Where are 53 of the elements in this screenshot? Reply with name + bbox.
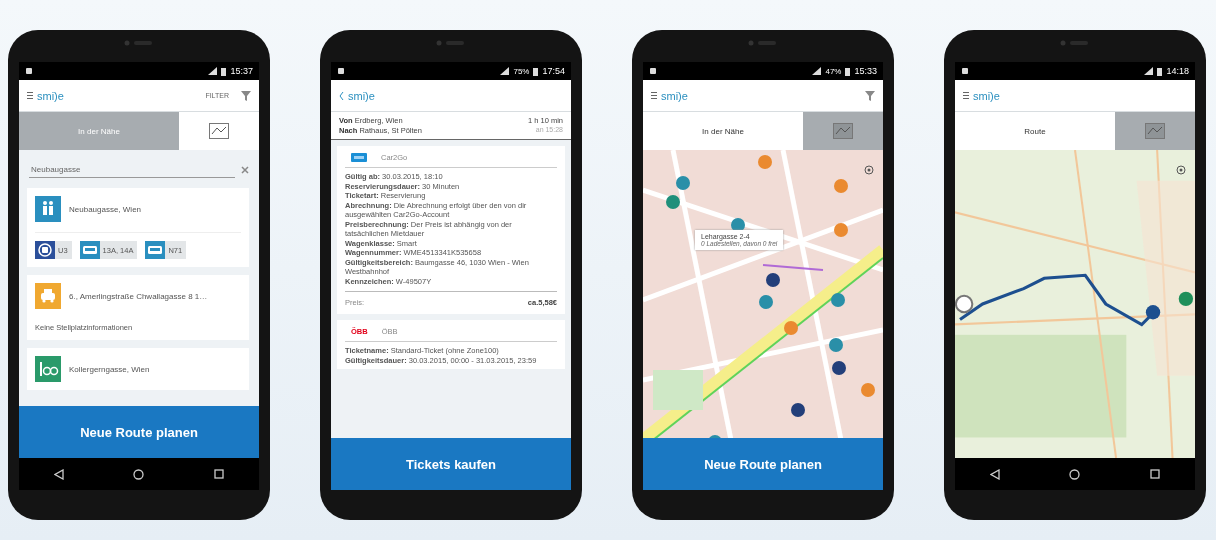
speaker-grille-icon: [124, 38, 154, 48]
search-field[interactable]: Neubaugasse: [29, 162, 235, 178]
signal-icon: [812, 67, 822, 75]
notification-icon: [25, 67, 33, 75]
map-icon: [833, 123, 853, 139]
menu-icon[interactable]: [651, 92, 657, 99]
app-logo: smi)e: [973, 89, 1000, 102]
place-title: Kollergerngasse, Wien: [69, 364, 150, 374]
notification-icon: [961, 67, 969, 75]
app-logo: smi)e: [661, 89, 688, 102]
menu-icon[interactable]: [27, 92, 33, 99]
status-time: 15:33: [854, 66, 877, 76]
place-title: 6., Amerlingstraße Chwallagasse 8 1…: [69, 291, 208, 301]
signal-icon: [500, 67, 510, 75]
battery-icon: [1157, 66, 1163, 76]
map-drawing[interactable]: [643, 150, 883, 438]
notification-icon: [649, 67, 657, 75]
recents-icon[interactable]: [1150, 469, 1161, 479]
battery-percentage: 47%: [825, 66, 842, 76]
action-button[interactable]: Neue Route planen: [19, 406, 259, 458]
map-icon: [1145, 123, 1165, 139]
app-logo: smi)e: [348, 89, 375, 102]
action-button[interactable]: Tickets kaufen: [331, 438, 571, 490]
battery-icon: [221, 66, 227, 76]
speaker-grille-icon: [1060, 38, 1090, 48]
app-logo: smi)e: [37, 89, 64, 102]
place-card[interactable]: Kollergerngasse, Wien: [27, 348, 249, 390]
recents-icon[interactable]: [214, 469, 225, 479]
action-button[interactable]: Neue Route planen: [643, 438, 883, 490]
back-icon[interactable]: [989, 468, 1000, 480]
home-icon[interactable]: [133, 468, 145, 480]
back-icon[interactable]: [53, 468, 64, 480]
place-title: Neubaugasse, Wien: [69, 204, 142, 214]
car-sharing-logo-icon: [351, 153, 367, 162]
close-icon: [241, 166, 249, 174]
speaker-grille-icon: [748, 38, 778, 48]
status-time: 17:54: [542, 66, 565, 76]
locate-icon[interactable]: [863, 164, 875, 176]
filter-icon[interactable]: [865, 90, 875, 101]
battery-percentage: 75%: [513, 66, 530, 76]
signal-icon: [208, 67, 218, 75]
battery-icon: [845, 66, 851, 76]
speaker-grille-icon: [436, 38, 466, 48]
menu-icon[interactable]: [963, 92, 969, 99]
battery-icon: [533, 66, 539, 76]
signal-icon: [1144, 67, 1154, 75]
status-time: 14:18: [1166, 66, 1189, 76]
status-time: 15:37: [230, 66, 253, 76]
notification-icon: [337, 67, 345, 75]
home-icon[interactable]: [1069, 468, 1081, 480]
map-icon: [209, 123, 229, 139]
locate-icon[interactable]: [1175, 164, 1187, 176]
filter-icon[interactable]: [241, 90, 251, 101]
